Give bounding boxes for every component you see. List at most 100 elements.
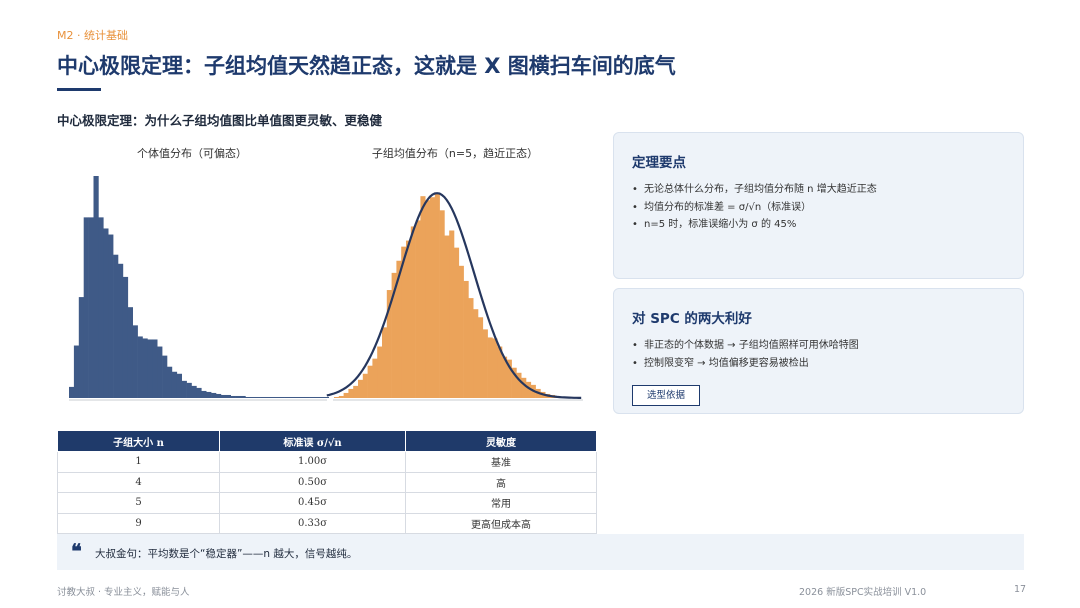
individual-bar	[137, 336, 143, 398]
subgroup-bar	[334, 396, 340, 398]
subgroup-histogram	[334, 193, 575, 398]
subgroup-bar	[358, 379, 364, 398]
list-item-text: 控制限变窄 → 均值偏移更容易被检出	[644, 357, 809, 369]
individual-bar	[250, 396, 256, 398]
individual-bar	[142, 338, 148, 398]
quote-icon: ❝	[71, 539, 82, 563]
individual-bar	[98, 217, 104, 398]
subgroup-bar	[521, 377, 527, 398]
theorem-points: • 无论总体什么分布，子组均值分布随 n 增大趋近正态 • 均值分布的标准差 = σ…	[632, 181, 877, 234]
table-cell: 0.45σ	[219, 492, 406, 514]
subgroup-bar	[492, 338, 498, 398]
individual-bar	[103, 228, 109, 398]
individual-bar	[318, 396, 325, 398]
table-cell: 9	[56, 512, 221, 534]
individual-bar	[171, 371, 178, 398]
subgroup-bar	[434, 193, 440, 398]
individual-bar	[240, 395, 246, 398]
individual-bar	[260, 396, 266, 398]
list-item: • 控制限变窄 → 均值偏移更容易被检出	[632, 355, 859, 373]
table-cell: 0.33σ	[219, 512, 406, 534]
individual-bar	[191, 385, 197, 398]
individual-bar	[216, 393, 222, 398]
individual-histogram	[69, 176, 329, 398]
individual-bar	[323, 396, 329, 398]
table-cell: 高	[404, 471, 598, 493]
subgroup-bar	[348, 388, 354, 398]
footer-course: 2026 新版SPC实战培训 V1.0	[799, 587, 927, 598]
subgroup-bar	[410, 226, 416, 398]
individual-bar	[225, 394, 231, 398]
individual-bar	[299, 396, 305, 398]
table-cell: 1.00σ	[219, 451, 406, 473]
list-item-text: n=5 时，标准误缩小为 σ 的 45%	[644, 219, 797, 230]
quote-bar: ❝ 大叔金句：平均数是个“稳定器”——n 越大，信号越纯。	[57, 534, 1024, 570]
individual-bar	[127, 307, 133, 398]
subgroup-bar	[487, 337, 493, 398]
individual-bar	[167, 366, 173, 398]
individual-bar	[304, 396, 310, 398]
list-item: • 非正态的个体数据 → 子组均值照样可用休哈特图	[632, 337, 859, 355]
subgroup-bar	[482, 329, 488, 398]
bullet-icon: •	[632, 357, 638, 369]
bullet-icon: •	[632, 201, 638, 213]
subgroup-bar	[425, 200, 431, 398]
individual-bar	[294, 396, 300, 398]
subgroup-bar	[458, 265, 464, 398]
individual-bar	[83, 217, 89, 398]
spc-benefits-card: 对 SPC 的两大利好 • 非正态的个体数据 → 子组均值照样可用休哈特图 • 控制…	[613, 288, 1024, 414]
individual-bar	[235, 395, 241, 398]
table-row: 9 0.33σ 更高但成本高	[56, 512, 598, 534]
distribution-charts: 个体值分布（可偏态） 子组均值分布（n=5，趋近正态）	[69, 146, 583, 401]
spc-benefits-title: 对 SPC 的两大利好	[632, 311, 752, 327]
individual-bar	[289, 396, 295, 398]
subgroup-bar	[382, 327, 388, 398]
table-header: 灵敏度	[404, 430, 598, 452]
table-header: 标准误 σ/√n	[219, 430, 406, 452]
footer-brand: 讨教大叔 · 专业主义，赋能与人	[57, 587, 190, 598]
subgroup-bar	[406, 240, 412, 398]
page-number: 17	[1014, 584, 1027, 595]
subgroup-bar	[454, 247, 460, 398]
subgroup-bar	[444, 235, 450, 398]
subgroup-bar	[377, 346, 383, 398]
bullet-icon: •	[632, 340, 638, 351]
individual-bar	[162, 355, 168, 398]
table-cell: 4	[56, 471, 221, 493]
individual-bar	[196, 387, 202, 398]
individual-bar	[122, 276, 129, 398]
table-cell: 基准	[404, 451, 598, 473]
subgroup-bar	[430, 197, 436, 398]
individual-bar	[176, 373, 182, 398]
module-tag: M2 · 统计基础	[57, 29, 128, 42]
individual-bar	[186, 382, 192, 398]
individual-bar	[108, 234, 114, 398]
individual-bar	[118, 263, 124, 398]
selection-basis-button[interactable]: 选型依据	[632, 385, 700, 406]
individual-bar	[132, 325, 138, 398]
table-header-row: 子组大小 n 标准误 σ/√n 灵敏度	[56, 430, 598, 452]
individual-bar	[93, 176, 99, 398]
individual-bar	[78, 297, 84, 398]
theorem-card: 定理要点 • 无论总体什么分布，子组均值分布随 n 增大趋近正态 • 均值分布的标准…	[613, 132, 1024, 279]
list-item-text: 无论总体什么分布，子组均值分布随 n 增大趋近正态	[644, 184, 877, 195]
table-header: 子组大小 n	[56, 430, 221, 452]
individual-bar	[157, 346, 163, 398]
subgroup-bar	[420, 196, 426, 398]
individual-bar	[69, 386, 75, 398]
subgroup-bar	[372, 358, 378, 398]
individual-bar	[230, 395, 236, 398]
subgroup-bar	[449, 230, 455, 398]
individual-chart-title: 个体值分布（可偏态）	[137, 146, 247, 160]
list-item: • 无论总体什么分布，子组均值分布随 n 增大趋近正态	[632, 181, 877, 199]
title-underline	[57, 88, 101, 91]
table-cell: 0.50σ	[219, 471, 406, 493]
subgroup-size-table: 子组大小 n 标准误 σ/√n 灵敏度 1 1.00σ 基准 4 0.50σ 高…	[56, 430, 598, 534]
individual-bar	[211, 392, 217, 398]
table-cell: 常用	[404, 492, 598, 514]
subgroup-bar	[353, 385, 359, 398]
individual-bar	[201, 390, 207, 398]
individual-bar	[88, 217, 94, 398]
table-cell: 1	[56, 451, 221, 473]
individual-bar	[73, 345, 80, 398]
